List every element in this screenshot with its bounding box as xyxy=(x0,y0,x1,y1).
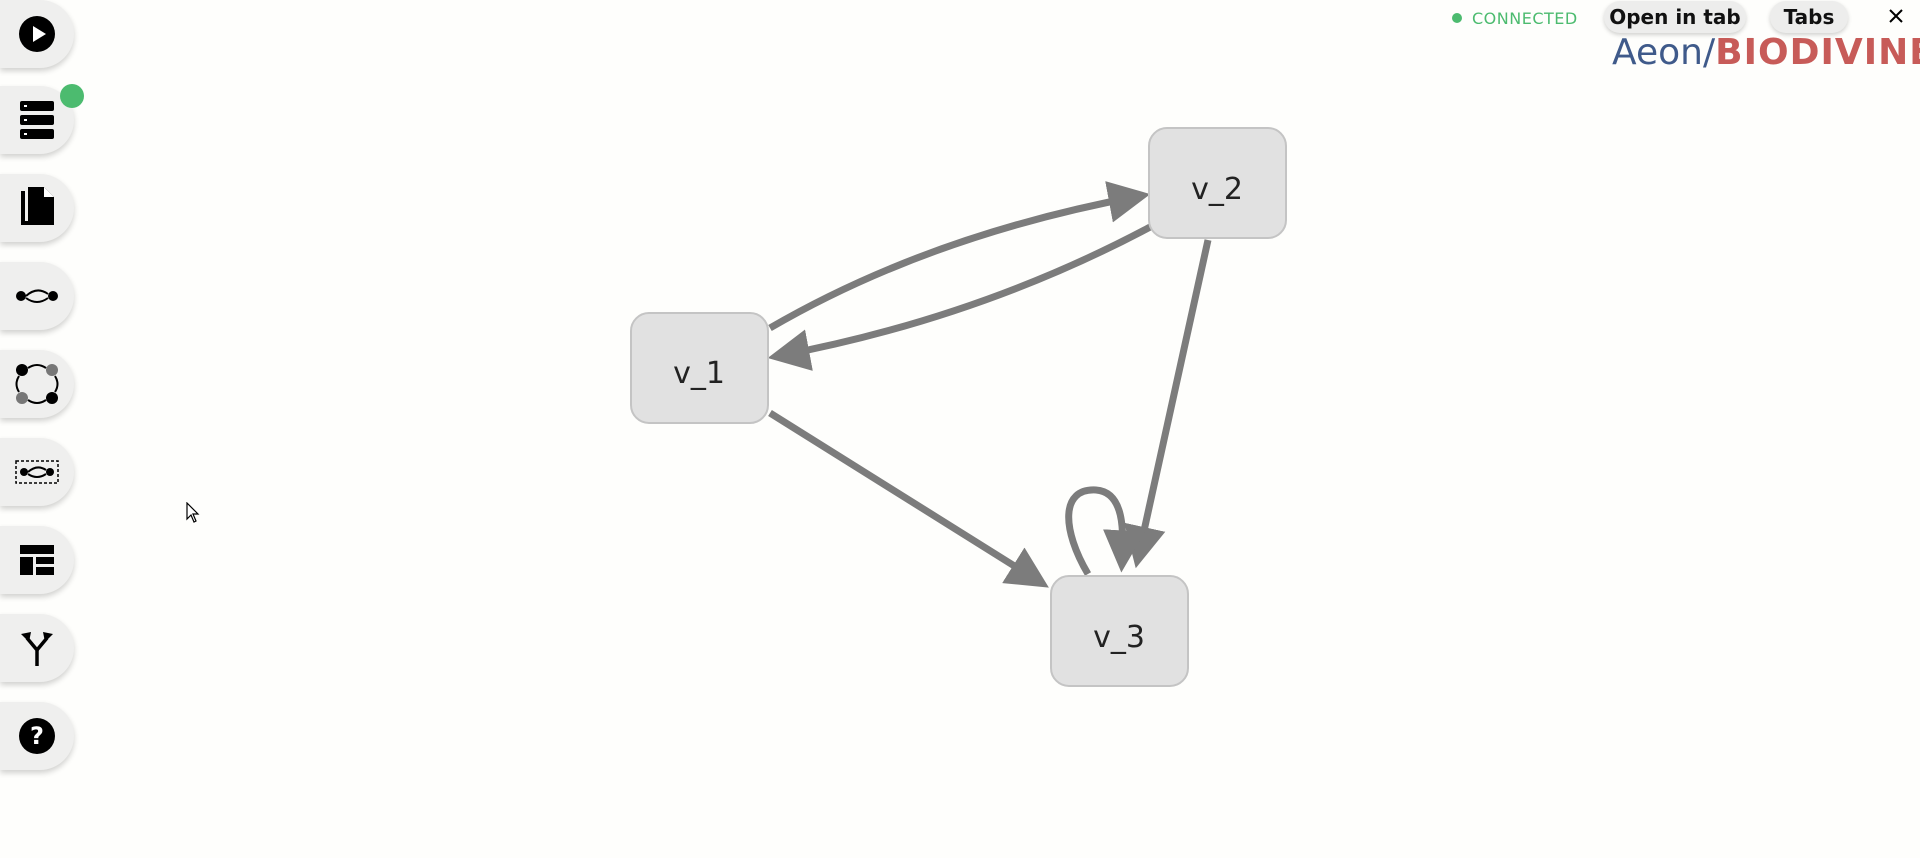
edge-v1-v3[interactable] xyxy=(768,410,1049,588)
edge-v3-v3[interactable] xyxy=(1065,486,1145,576)
regulatory-graph[interactable]: v_1 v_2 v_3 xyxy=(0,0,1920,858)
node-v1-label: v_1 xyxy=(673,356,725,391)
mouse-cursor-icon xyxy=(186,502,200,523)
model-editor: ? CONNECTED Open in tab Tabs Aeon/BIODIV… xyxy=(0,0,1920,858)
node-v3[interactable]: v_3 xyxy=(1050,575,1189,687)
node-v2[interactable]: v_2 xyxy=(1148,127,1287,239)
node-v2-label: v_2 xyxy=(1191,172,1243,207)
node-v1[interactable]: v_1 xyxy=(630,312,769,424)
edge-v2-v3[interactable] xyxy=(1124,239,1212,569)
node-v3-label: v_3 xyxy=(1093,620,1145,655)
